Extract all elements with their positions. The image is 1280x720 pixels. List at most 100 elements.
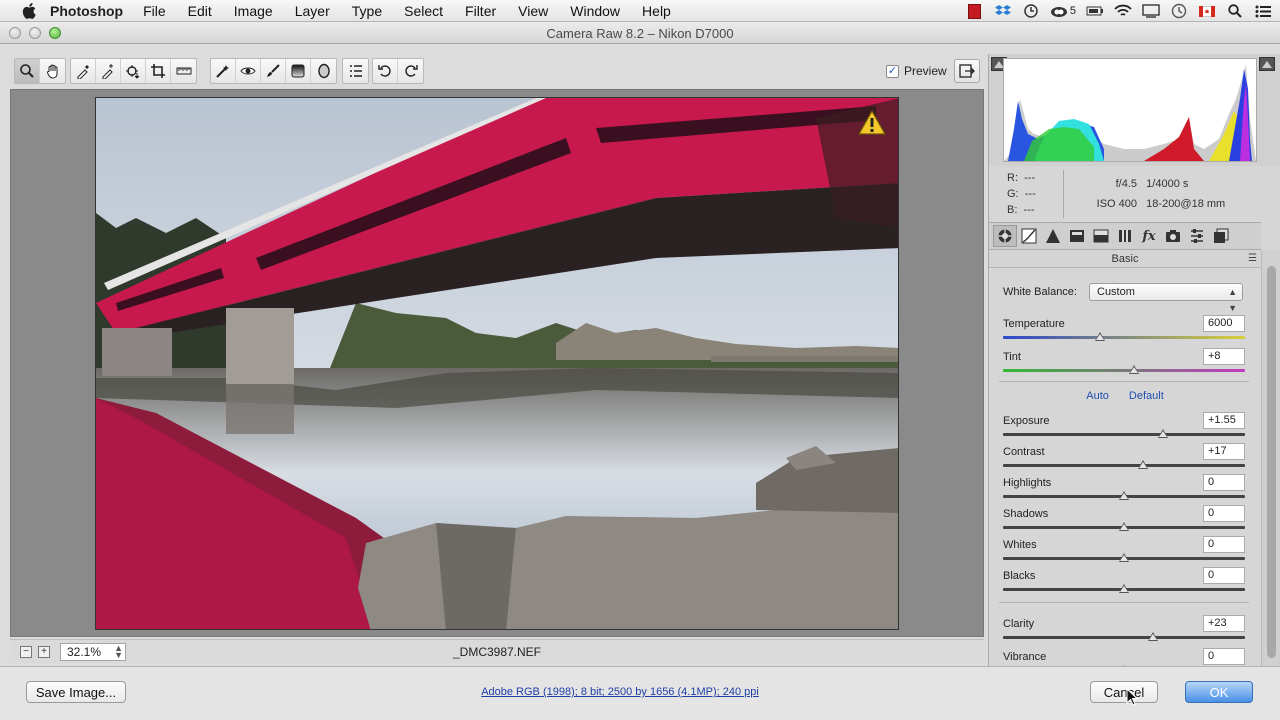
panel-scroll-thumb[interactable] (1267, 266, 1276, 658)
slider-thumb[interactable] (1128, 365, 1139, 374)
rotate-right-icon[interactable] (398, 59, 423, 83)
menu-view[interactable]: View (518, 3, 548, 19)
graduated-filter-icon[interactable] (286, 59, 311, 83)
menu-window[interactable]: Window (570, 3, 620, 19)
image-canvas[interactable] (10, 89, 984, 637)
slider-value-field[interactable]: 0 (1203, 474, 1245, 491)
dropbox-icon[interactable] (994, 3, 1012, 19)
wifi-icon[interactable] (1114, 3, 1132, 19)
auto-link[interactable]: Auto (1086, 390, 1109, 402)
slider-thumb[interactable] (1119, 522, 1129, 531)
default-link[interactable]: Default (1129, 390, 1164, 402)
display-icon[interactable] (1142, 3, 1160, 19)
slider-blacks[interactable]: Blacks 0 (1003, 567, 1247, 600)
preview-checkbox[interactable]: ✓ (886, 64, 899, 78)
preview-toggle[interactable]: ✓ Preview (886, 64, 947, 78)
slider-thumb[interactable] (1119, 584, 1129, 593)
slider-shadows[interactable]: Shadows 0 (1003, 505, 1247, 538)
slider-exposure[interactable]: Exposure +1.55 (1003, 412, 1247, 445)
adjustment-brush-icon[interactable] (261, 59, 286, 83)
white-balance-tool-icon[interactable] (71, 59, 96, 83)
tab-tone-curve-icon[interactable] (1017, 225, 1041, 247)
targeted-adjustment-tool-icon[interactable] (121, 59, 146, 83)
menu-file[interactable]: File (143, 3, 166, 19)
timer-icon[interactable] (1022, 3, 1040, 19)
color-sampler-tool-icon[interactable] (96, 59, 121, 83)
panel-menu-icon[interactable]: ☰ (1248, 250, 1257, 268)
battery-monitor-icon[interactable] (1086, 3, 1104, 19)
slider-value-field[interactable]: +23 (1203, 615, 1245, 632)
spot-removal-tool-icon[interactable] (211, 59, 236, 83)
tab-camera-calibration-icon[interactable] (1161, 225, 1185, 247)
red-eye-tool-icon[interactable] (236, 59, 261, 83)
slider-track[interactable] (1003, 636, 1245, 639)
highlight-clipping-warning-icon[interactable] (1259, 57, 1275, 71)
slider-whites[interactable]: Whites 0 (1003, 536, 1247, 569)
rotate-left-icon[interactable] (373, 59, 398, 83)
straighten-tool-icon[interactable] (171, 59, 196, 83)
workflow-options-link[interactable]: Adobe RGB (1998); 8 bit; 2500 by 1656 (4… (0, 686, 1240, 698)
slider-value-field[interactable]: 0 (1203, 567, 1245, 584)
slider-value-field[interactable]: +17 (1203, 443, 1245, 460)
input-source-flag-icon[interactable] (1198, 3, 1216, 19)
red-book-icon[interactable] (966, 3, 984, 19)
tab-split-toning-icon[interactable] (1089, 225, 1113, 247)
panel-scrollbar[interactable] (1261, 250, 1280, 666)
slider-clarity[interactable]: Clarity +23 (1003, 615, 1247, 648)
ok-button[interactable]: OK (1185, 681, 1253, 703)
slider-thumb[interactable] (1119, 553, 1129, 562)
time-machine-icon[interactable] (1170, 3, 1188, 19)
slider-thumb[interactable] (1157, 429, 1168, 438)
apple-icon[interactable] (18, 0, 40, 22)
slider-tint[interactable]: Tint +8 (1003, 348, 1247, 381)
slider-vibrance[interactable]: Vibrance 0 (1003, 648, 1247, 666)
hand-tool-icon[interactable] (40, 59, 65, 83)
menu-layer[interactable]: Layer (295, 3, 330, 19)
tab-detail-icon[interactable] (1041, 225, 1065, 247)
slider-thumb[interactable] (1138, 460, 1149, 469)
slider-track[interactable] (1003, 336, 1245, 339)
tab-hsl-icon[interactable] (1065, 225, 1089, 247)
slider-highlights[interactable]: Highlights 0 (1003, 474, 1247, 507)
crop-tool-icon[interactable] (146, 59, 171, 83)
slider-thumb[interactable] (1119, 491, 1129, 500)
photo-preview[interactable] (95, 97, 899, 630)
tab-snapshots-icon[interactable] (1209, 225, 1233, 247)
tab-effects-icon[interactable]: fx (1137, 225, 1161, 247)
slider-value-field[interactable]: 0 (1203, 648, 1245, 665)
slider-contrast[interactable]: Contrast +17 (1003, 443, 1247, 476)
slider-track[interactable] (1003, 433, 1245, 436)
slider-value-field[interactable]: 6000 (1203, 315, 1245, 332)
slider-value-field[interactable]: +8 (1203, 348, 1245, 365)
slider-value-field[interactable]: 0 (1203, 536, 1245, 553)
zoom-tool-icon[interactable] (15, 59, 40, 83)
slider-value-field[interactable]: 0 (1203, 505, 1245, 522)
section-divider (999, 602, 1249, 603)
fullscreen-button[interactable] (954, 59, 980, 83)
tab-basic-icon[interactable] (993, 225, 1017, 247)
menu-help[interactable]: Help (642, 3, 671, 19)
app-name[interactable]: Photoshop (50, 3, 123, 19)
menu-edit[interactable]: Edit (188, 3, 212, 19)
spotlight-search-icon[interactable] (1226, 3, 1244, 19)
preferences-icon[interactable] (343, 59, 368, 83)
menu-filter[interactable]: Filter (465, 3, 496, 19)
slider-thumb[interactable] (1094, 332, 1105, 341)
slider-thumb[interactable] (1148, 632, 1159, 641)
slider-track[interactable] (1003, 464, 1245, 467)
slider-track[interactable] (1003, 369, 1245, 372)
notification-center-icon[interactable] (1254, 3, 1272, 19)
menu-select[interactable]: Select (404, 3, 443, 19)
creative-cloud-icon[interactable] (1050, 3, 1068, 19)
cancel-button[interactable]: Cancel (1090, 681, 1158, 703)
readout-divider (1063, 170, 1064, 218)
menu-image[interactable]: Image (234, 3, 273, 19)
slider-value-field[interactable]: +1.55 (1203, 412, 1245, 429)
menu-type[interactable]: Type (352, 3, 382, 19)
radial-filter-icon[interactable] (311, 59, 336, 83)
warning-icon[interactable] (857, 109, 887, 138)
white-balance-select[interactable]: Custom ▲ ▼ (1089, 283, 1243, 313)
tab-lens-corrections-icon[interactable] (1113, 225, 1137, 247)
slider-temperature[interactable]: Temperature 6000 (1003, 315, 1247, 348)
tab-presets-icon[interactable] (1185, 225, 1209, 247)
